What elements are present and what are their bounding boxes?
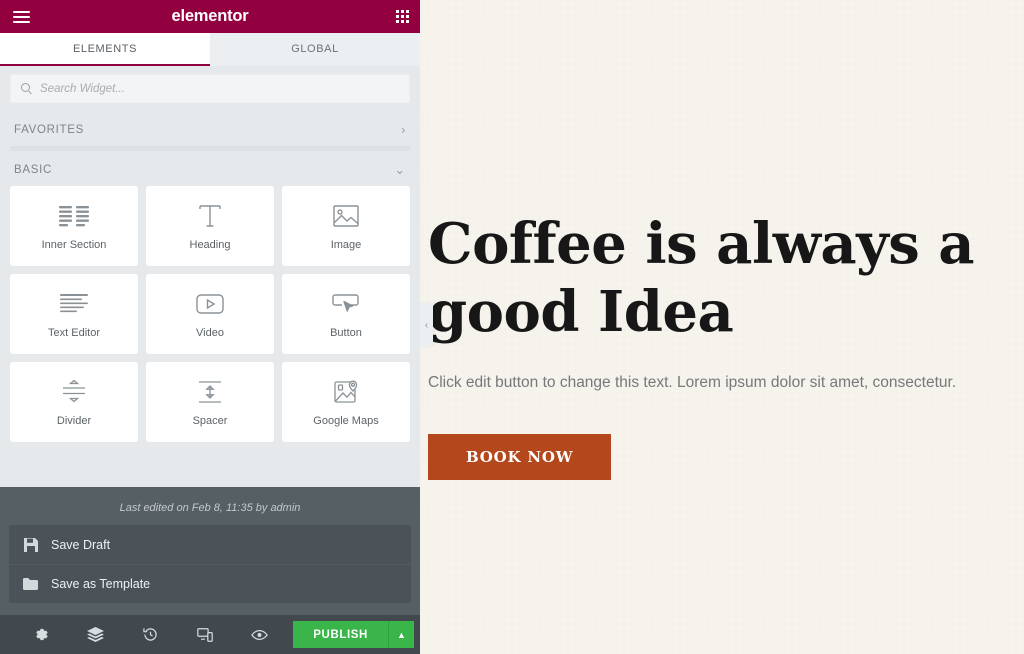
category-divider <box>0 146 420 153</box>
widget-label: Image <box>330 238 362 251</box>
widget-label: Inner Section <box>41 238 107 251</box>
widget-text-editor[interactable]: Text Editor <box>10 274 138 354</box>
widget-divider[interactable]: Divider <box>10 362 138 442</box>
widget-spacer[interactable]: Spacer <box>146 362 274 442</box>
widget-label: Button <box>330 326 362 339</box>
elementor-panel: elementor ELEMENTS GLOBAL FAVORITES › <box>0 0 420 654</box>
publish-group: PUBLISH ▲ <box>293 621 414 648</box>
image-icon <box>329 202 363 230</box>
responsive-mode-icon[interactable] <box>178 615 233 654</box>
widget-label: Video <box>196 326 224 339</box>
book-now-button[interactable]: BOOK NOW <box>428 433 612 480</box>
publish-options-caret-icon[interactable]: ▲ <box>387 621 414 648</box>
elementor-editor: elementor ELEMENTS GLOBAL FAVORITES › <box>0 0 1024 654</box>
floppy-disk-icon <box>23 537 38 552</box>
search-icon <box>21 83 32 94</box>
widget-button[interactable]: Button <box>282 274 410 354</box>
text-editor-icon <box>57 290 91 318</box>
save-as-template-item[interactable]: Save as Template <box>9 564 411 603</box>
spacer-icon <box>193 378 227 406</box>
tab-elements[interactable]: ELEMENTS <box>0 33 210 66</box>
panel-header: elementor <box>0 0 420 33</box>
panel-footer: PUBLISH ▲ <box>0 615 420 654</box>
widget-label: Google Maps <box>313 414 379 427</box>
button-icon <box>329 290 363 318</box>
category-favorites-label: FAVORITES <box>14 123 84 136</box>
video-icon <box>193 290 227 318</box>
tab-global[interactable]: GLOBAL <box>210 33 420 66</box>
widget-label: Divider <box>56 414 92 427</box>
settings-gear-icon[interactable] <box>14 615 69 654</box>
history-clock-icon[interactable] <box>123 615 178 654</box>
inner-section-icon <box>57 202 91 230</box>
page-canvas[interactable]: Coffee is always a good Idea Click edit … <box>420 0 1024 654</box>
apps-grid-icon[interactable] <box>396 10 409 23</box>
heading-icon <box>193 202 227 230</box>
chevron-right-icon: › <box>400 122 406 137</box>
widget-grid: Inner Section Heading Image Text Editor … <box>0 186 420 452</box>
chevron-down-icon: ⌄ <box>394 162 406 177</box>
widget-label: Heading <box>189 238 231 251</box>
category-basic-label: BASIC <box>14 163 53 176</box>
search-section <box>0 66 420 113</box>
category-basic[interactable]: BASIC ⌄ <box>0 153 420 186</box>
save-draft-item[interactable]: Save Draft <box>9 525 411 564</box>
publish-button[interactable]: PUBLISH <box>293 621 388 648</box>
search-input[interactable] <box>40 82 399 95</box>
save-options-panel: Last edited on Feb 8, 11:35 by admin Sav… <box>0 487 420 615</box>
save-as-template-label: Save as Template <box>51 577 151 591</box>
category-favorites[interactable]: FAVORITES › <box>0 113 420 146</box>
hero-section: Coffee is always a good Idea Click edit … <box>428 210 988 480</box>
google-maps-icon <box>329 378 363 406</box>
elementor-logo: elementor <box>171 7 249 25</box>
divider-icon <box>57 378 91 406</box>
panel-tabs: ELEMENTS GLOBAL <box>0 33 420 66</box>
widget-google-maps[interactable]: Google Maps <box>282 362 410 442</box>
panel-collapse-handle[interactable]: ‹ <box>420 303 433 347</box>
widget-label: Spacer <box>192 414 228 427</box>
navigator-layers-icon[interactable] <box>69 615 124 654</box>
widget-image[interactable]: Image <box>282 186 410 266</box>
search-box[interactable] <box>10 74 410 103</box>
last-edited-text: Last edited on Feb 8, 11:35 by admin <box>119 502 301 514</box>
save-draft-label: Save Draft <box>51 537 111 552</box>
preview-eye-icon[interactable] <box>233 615 288 654</box>
widget-heading[interactable]: Heading <box>146 186 274 266</box>
hero-heading[interactable]: Coffee is always a good Idea <box>428 210 988 347</box>
widget-label: Text Editor <box>48 326 100 339</box>
hero-paragraph[interactable]: Click edit button to change this text. L… <box>428 369 963 396</box>
widget-video[interactable]: Video <box>146 274 274 354</box>
widget-inner-section[interactable]: Inner Section <box>10 186 138 266</box>
folder-icon <box>23 577 38 592</box>
save-menu: Save Draft Save as Template <box>9 525 411 603</box>
hamburger-icon[interactable] <box>11 9 32 25</box>
